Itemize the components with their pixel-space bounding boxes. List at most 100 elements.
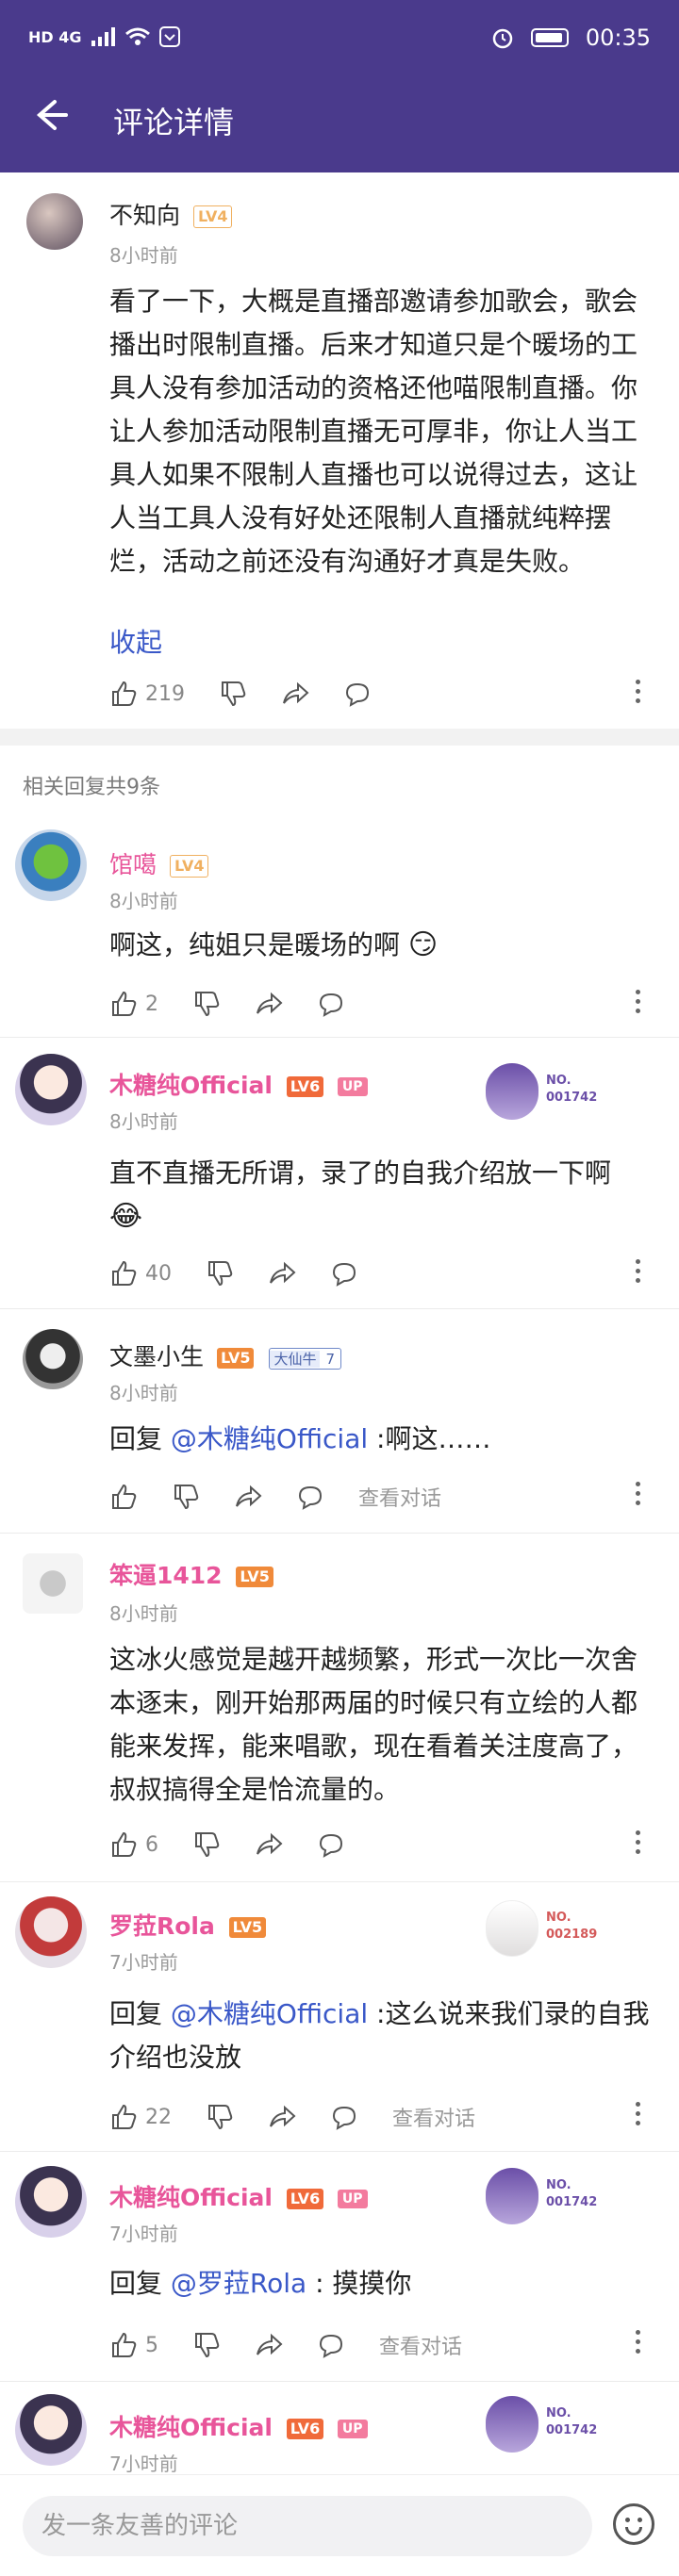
more-options-button[interactable]	[636, 1482, 641, 1505]
reply-icon[interactable]	[343, 680, 372, 708]
comment-author[interactable]: 文墨小生 LV5 大仙牛 7	[109, 1338, 341, 1372]
thumbs-down-icon[interactable]	[206, 2103, 234, 2131]
level-badge: LV5	[236, 1567, 273, 1587]
fan-card-avatar	[486, 1063, 538, 1120]
comment-text: 啊这，纯姐只是暖场的啊 😏	[109, 928, 439, 961]
more-options-button[interactable]	[636, 2330, 641, 2354]
back-button[interactable]	[32, 96, 79, 143]
more-options-button[interactable]	[636, 2102, 641, 2125]
divider	[0, 2151, 679, 2152]
avatar[interactable]	[23, 1329, 83, 1389]
comment-author[interactable]: 罗菈Rola LV5	[109, 1908, 267, 1942]
comment-author[interactable]: 木糖纯Official LV6 UP	[109, 1067, 368, 1101]
level-badge: LV5	[228, 1917, 267, 1938]
username[interactable]: 不知向	[109, 202, 180, 229]
comment-input[interactable]: 发一条友善的评论	[23, 2496, 592, 2556]
fan-card-number: NO. 001742	[546, 2178, 598, 2209]
emoji-icon[interactable]	[613, 2503, 654, 2545]
username[interactable]: 馆噶	[109, 851, 157, 878]
like-button[interactable]: 2	[109, 990, 158, 1018]
section-divider	[0, 729, 679, 746]
like-button[interactable]: 22	[109, 2103, 172, 2131]
comment-actions: 6	[109, 1830, 345, 1859]
fan-card[interactable]: NO. 001742	[486, 2168, 627, 2224]
fan-card[interactable]: NO. 002189	[486, 1900, 627, 1957]
share-icon[interactable]	[268, 1259, 296, 1288]
divider	[0, 1037, 679, 1038]
thumbs-down-icon[interactable]	[192, 2331, 221, 2359]
comment-author[interactable]: 木糖纯Official LV6 UP	[109, 2409, 368, 2443]
reply-icon[interactable]	[317, 2331, 345, 2359]
comment-actions: 2	[109, 990, 345, 1018]
signal-icon	[91, 27, 115, 46]
avatar[interactable]	[15, 829, 87, 901]
avatar[interactable]	[26, 193, 83, 250]
collapse-link[interactable]: 收起	[109, 621, 162, 665]
thumbs-down-icon[interactable]	[172, 1483, 200, 1511]
fan-card-number: NO. 001742	[546, 1074, 598, 1105]
up-badge: UP	[337, 1077, 368, 1096]
comment-text: 回复 @木糖纯Official :啊这……	[109, 1423, 491, 1454]
reply-icon[interactable]	[330, 1259, 358, 1288]
reply-icon[interactable]	[296, 1483, 324, 1511]
more-options-button[interactable]	[636, 990, 641, 1013]
reply-icon[interactable]	[317, 990, 345, 1018]
comment-actions: 5 查看对话	[109, 2330, 462, 2360]
view-conversation-link[interactable]: 查看对话	[358, 1482, 441, 1512]
thumbs-down-icon[interactable]	[192, 1830, 221, 1859]
username[interactable]: 笨逼1412	[109, 1562, 223, 1589]
more-options-button[interactable]	[636, 680, 641, 703]
battery-icon	[530, 28, 569, 47]
like-count: 5	[145, 2333, 158, 2357]
avatar[interactable]	[15, 1896, 87, 1968]
username[interactable]: 文墨小生	[109, 1343, 204, 1370]
comment-time: 8小时前	[109, 244, 178, 267]
comment-author[interactable]: 馆噶 LV4	[109, 846, 209, 880]
thumbs-down-icon[interactable]	[192, 990, 221, 1018]
share-icon[interactable]	[255, 990, 283, 1018]
username[interactable]: 木糖纯Official	[109, 2184, 273, 2211]
comment-author[interactable]: 木糖纯Official LV6 UP	[109, 2179, 368, 2213]
back-arrow-icon	[36, 100, 68, 130]
comment-time: 8小时前	[109, 1382, 178, 1404]
fan-card[interactable]: NO. 001742	[486, 1063, 627, 1120]
view-conversation-link[interactable]: 查看对话	[392, 2102, 475, 2132]
share-icon[interactable]	[281, 680, 309, 708]
username[interactable]: 木糖纯Official	[109, 2414, 273, 2441]
fan-card[interactable]: NO. 001742	[486, 2396, 627, 2453]
comment-author[interactable]: 不知向 LV4	[109, 197, 233, 231]
status-bar: HD 4G 00:35	[0, 0, 679, 75]
comment-text: 这冰火感觉是越开越频繁，形式一次比一次舍本逐末，刚开始那两届的时候只有立绘的人都…	[109, 1644, 638, 1805]
fan-card-avatar	[486, 1900, 538, 1957]
like-button[interactable]: 219	[109, 680, 185, 708]
share-icon[interactable]	[255, 1830, 283, 1859]
thumbs-down-icon[interactable]	[206, 1259, 234, 1288]
mention-link[interactable]: @木糖纯Official	[171, 1423, 368, 1454]
smirk-emoji-icon: 😏	[407, 928, 439, 961]
avatar[interactable]	[15, 1054, 87, 1125]
fan-card-avatar	[486, 2396, 538, 2453]
comment-author[interactable]: 笨逼1412 LV5	[109, 1557, 273, 1591]
share-icon[interactable]	[234, 1483, 262, 1511]
like-button[interactable]: 6	[109, 1830, 158, 1859]
mention-link[interactable]: @木糖纯Official	[171, 1998, 368, 2029]
thumbs-up-icon[interactable]	[109, 1483, 138, 1511]
avatar[interactable]	[23, 1553, 83, 1614]
avatar[interactable]	[15, 2394, 87, 2466]
username[interactable]: 罗菈Rola	[109, 1912, 215, 1940]
reply-icon[interactable]	[317, 1830, 345, 1859]
like-button[interactable]: 5	[109, 2331, 158, 2359]
mention-link[interactable]: @罗菈Rola	[171, 2268, 306, 2299]
thumbs-up-icon	[112, 2332, 137, 2357]
share-icon[interactable]	[255, 2331, 283, 2359]
more-options-button[interactable]	[636, 1259, 641, 1283]
username[interactable]: 木糖纯Official	[109, 1072, 273, 1099]
view-conversation-link[interactable]: 查看对话	[379, 2330, 462, 2360]
more-options-button[interactable]	[636, 1830, 641, 1854]
avatar[interactable]	[15, 2166, 87, 2238]
reply-icon[interactable]	[330, 2103, 358, 2131]
share-icon[interactable]	[268, 2103, 296, 2131]
thumbs-up-icon	[112, 1260, 137, 1286]
like-button[interactable]: 40	[109, 1259, 172, 1288]
thumbs-down-icon[interactable]	[219, 680, 247, 708]
